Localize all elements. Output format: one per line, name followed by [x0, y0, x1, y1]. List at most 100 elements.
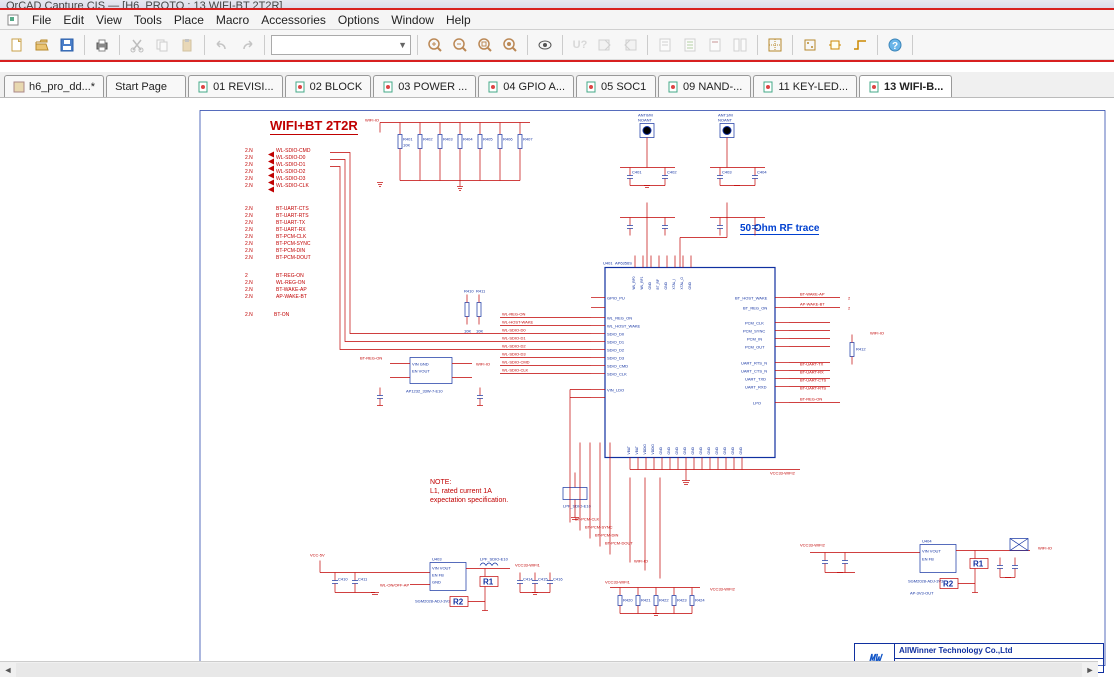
svg-text:SDIO_D0: SDIO_D0 — [607, 332, 625, 337]
zoom-area-button[interactable] — [474, 34, 496, 56]
svg-text:LPF_SDIO-E10: LPF_SDIO-E10 — [563, 504, 592, 509]
menu-window[interactable]: Window — [391, 13, 434, 27]
svg-text:SDIO_D2: SDIO_D2 — [607, 348, 625, 353]
separator — [877, 35, 878, 55]
new-file-button[interactable] — [6, 34, 28, 56]
menu-edit[interactable]: Edit — [63, 13, 84, 27]
back-annotate-button[interactable] — [619, 34, 641, 56]
svg-text:VCC-5V: VCC-5V — [310, 553, 325, 558]
undo-button[interactable] — [211, 34, 233, 56]
svg-text:AP-WAKE-BT: AP-WAKE-BT — [800, 302, 825, 307]
svg-text:2: 2 — [848, 296, 851, 301]
tab-start-page[interactable]: Start Page — [106, 75, 186, 97]
tab-label: 05 SOC1 — [601, 81, 646, 93]
svg-text:BT-PCM-DOUT: BT-PCM-DOUT — [605, 541, 633, 546]
svg-text:C404: C404 — [757, 170, 767, 175]
scroll-left-arrow[interactable]: ◄ — [0, 663, 16, 677]
part-combo[interactable]: ▼ — [271, 35, 411, 55]
tab-09-nand[interactable]: 09 NAND-... — [658, 75, 751, 97]
tab-label: h6_pro_dd...* — [29, 81, 95, 93]
scroll-right-arrow[interactable]: ► — [1082, 663, 1098, 677]
place-wire-button[interactable] — [849, 34, 871, 56]
svg-text:C411: C411 — [358, 577, 368, 582]
menu-help[interactable]: Help — [446, 13, 471, 27]
drc-button[interactable] — [654, 34, 676, 56]
svg-text:SDIO_CLK: SDIO_CLK — [607, 372, 627, 377]
schematic-canvas[interactable]: WIFI+BT 2T2R 50 Ohm RF trace 2.N2.N2.N2.… — [0, 98, 1114, 677]
netlist-button[interactable] — [679, 34, 701, 56]
svg-text:R407: R407 — [523, 137, 533, 142]
tab-11-keyled[interactable]: 11 KEY-LED... — [753, 75, 857, 97]
menu-macro[interactable]: Macro — [216, 13, 249, 27]
grid-toggle-button[interactable] — [764, 34, 786, 56]
tab-05-soc1[interactable]: 05 SOC1 — [576, 75, 656, 97]
menu-view[interactable]: View — [96, 13, 122, 27]
svg-text:R411: R411 — [476, 289, 486, 294]
svg-text:WL-SDIO-D0: WL-SDIO-D0 — [502, 328, 526, 333]
svg-text:SDIO_D1: SDIO_D1 — [607, 340, 625, 345]
save-button[interactable] — [56, 34, 78, 56]
svg-text:10K: 10K — [476, 329, 483, 334]
separator — [792, 35, 793, 55]
bom-button[interactable] — [704, 34, 726, 56]
svg-text:R2: R2 — [943, 580, 954, 589]
zoom-out-button[interactable] — [449, 34, 471, 56]
tab-label: 04 GPIO A... — [503, 81, 565, 93]
open-file-button[interactable] — [31, 34, 53, 56]
cut-button[interactable] — [126, 34, 148, 56]
u-question-button[interactable]: U? — [569, 34, 591, 56]
separator — [204, 35, 205, 55]
tab-03-power[interactable]: 03 POWER ... — [373, 75, 476, 97]
svg-text:WIFI-IO: WIFI-IO — [870, 331, 884, 336]
menu-place[interactable]: Place — [174, 13, 204, 27]
redo-button[interactable] — [236, 34, 258, 56]
snap-button[interactable] — [799, 34, 821, 56]
menu-file[interactable]: File — [32, 13, 51, 27]
sheet-icon — [294, 81, 306, 93]
place-part-button[interactable] — [824, 34, 846, 56]
svg-text:R424: R424 — [695, 598, 705, 603]
svg-text:BT_HOST_WAKE: BT_HOST_WAKE — [735, 296, 768, 301]
svg-text:PCM_IN: PCM_IN — [747, 337, 762, 342]
paste-button[interactable] — [176, 34, 198, 56]
fisheye-button[interactable] — [534, 34, 556, 56]
svg-text:VCC33-WIFI2: VCC33-WIFI2 — [770, 471, 796, 476]
annotate-button[interactable] — [594, 34, 616, 56]
menu-accessories[interactable]: Accessories — [261, 13, 326, 27]
tab-13-wifibt[interactable]: 13 WIFI-B... — [859, 75, 952, 97]
svg-text:VIN GND: VIN GND — [412, 362, 429, 367]
menu-tools[interactable]: Tools — [134, 13, 162, 27]
tab-02-block[interactable]: 02 BLOCK — [285, 75, 372, 97]
zoom-fit-button[interactable] — [499, 34, 521, 56]
sheet-icon — [585, 81, 597, 93]
main-ic: U401 AP6356S WL_RF0 WL_RF1 GND BT_RF GND… — [591, 256, 789, 470]
chevron-down-icon: ▼ — [398, 40, 407, 50]
separator — [757, 35, 758, 55]
svg-text:GND: GND — [731, 447, 735, 455]
tab-label: 09 NAND-... — [683, 81, 742, 93]
svg-text:VCC33-WIFI1: VCC33-WIFI1 — [515, 563, 541, 568]
print-button[interactable] — [91, 34, 113, 56]
svg-text:EN FB: EN FB — [432, 573, 444, 578]
svg-text:C416: C416 — [553, 577, 563, 582]
svg-text:WL-SDIO-CLK: WL-SDIO-CLK — [502, 368, 529, 373]
tab-project[interactable]: h6_pro_dd...* — [4, 75, 104, 97]
tab-label: Start Page — [115, 81, 167, 93]
horizontal-scrollbar[interactable]: ◄ ► — [0, 661, 1098, 677]
svg-text:VIN VOUT: VIN VOUT — [432, 566, 451, 571]
svg-text:WIFI-IO: WIFI-IO — [476, 362, 490, 367]
copy-button[interactable] — [151, 34, 173, 56]
help-button[interactable]: ? — [884, 34, 906, 56]
tab-01-revisi[interactable]: 01 REVISI... — [188, 75, 283, 97]
svg-text:GND: GND — [688, 282, 692, 290]
zoom-in-button[interactable] — [424, 34, 446, 56]
svg-text:BT_REG_ON: BT_REG_ON — [743, 306, 767, 311]
svg-text:BT_RF: BT_RF — [656, 279, 660, 289]
tab-04-gpio[interactable]: 04 GPIO A... — [478, 75, 574, 97]
scroll-track[interactable] — [16, 663, 1082, 677]
svg-text:NOANT: NOANT — [718, 118, 733, 123]
svg-text:WIFI-IO: WIFI-IO — [634, 559, 648, 564]
crossref-button[interactable] — [729, 34, 751, 56]
svg-text:GND: GND — [707, 447, 711, 455]
menu-options[interactable]: Options — [338, 13, 379, 27]
